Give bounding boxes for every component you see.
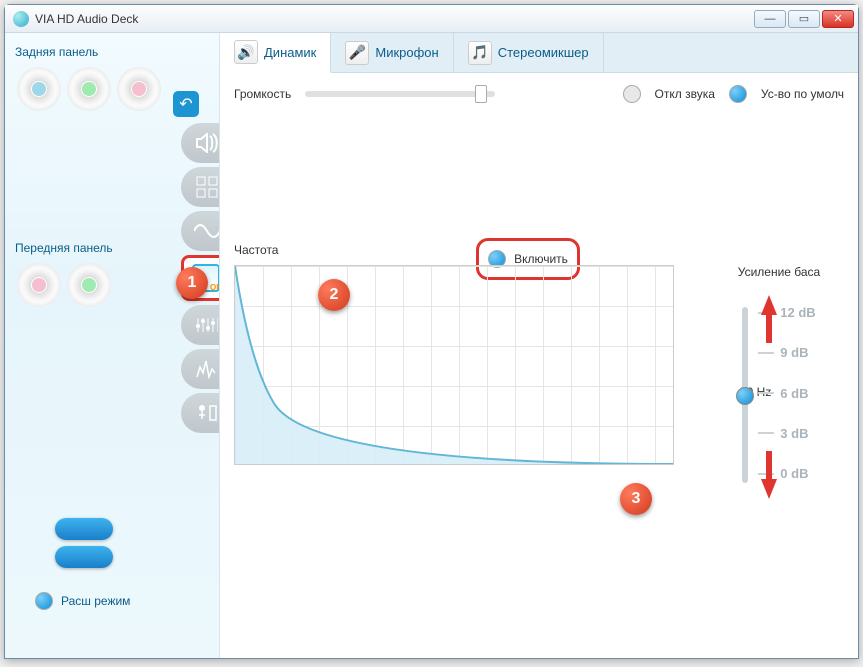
maximize-button[interactable]: ▭ — [788, 10, 820, 28]
app-window: VIA HD Audio Deck — ▭ ✕ Задняя панель ↶ … — [4, 4, 859, 659]
volume-row: Громкость Откл звука Ус-во по умолч — [234, 85, 844, 103]
arrow-down-icon — [761, 479, 777, 499]
enable-label: Включить — [514, 252, 568, 266]
rear-jack-pink[interactable] — [117, 67, 161, 111]
mode-label: Расш режим — [61, 594, 130, 608]
mute-label: Откл звука — [655, 87, 715, 101]
main-panel: 🔊 Динамик 🎤 Микрофон 🎵 Стереомикшер Гром… — [219, 33, 858, 658]
bass-label: Усиление баса — [714, 265, 844, 279]
tab-speaker-label: Динамик — [264, 45, 316, 60]
bass-slider[interactable]: 12 dB 9 dB 6 dB 3 dB 0 dB — [714, 297, 844, 497]
tab-stereomix[interactable]: 🎵 Стереомикшер — [454, 33, 604, 72]
db-3: 3 dB — [758, 426, 815, 441]
left-panel: Задняя панель ↶ Передняя панель — [5, 33, 219, 658]
annotation-2: 2 — [318, 279, 350, 311]
bottom-buttons — [55, 518, 113, 568]
mode-row[interactable]: Расш режим — [35, 592, 130, 610]
minimize-button[interactable]: — — [754, 10, 786, 28]
bass-column: Усиление баса 12 dB 9 dB 6 dB 3 dB 0 dB — [714, 265, 844, 497]
stereomix-icon: 🎵 — [468, 41, 492, 65]
tab-speaker[interactable]: 🔊 Динамик — [220, 33, 331, 73]
app-icon — [13, 11, 29, 27]
freq-graph[interactable] — [234, 265, 674, 465]
speaker-icon: 🔊 — [234, 40, 258, 64]
bass-track[interactable] — [742, 307, 748, 483]
pill-button-2[interactable] — [55, 546, 113, 568]
volume-label: Громкость — [234, 87, 291, 101]
titlebar: VIA HD Audio Deck — ▭ ✕ — [5, 5, 858, 33]
bass-thumb[interactable] — [736, 387, 754, 405]
rear-panel-label: Задняя панель — [15, 45, 213, 59]
front-jack-pink[interactable] — [17, 263, 61, 307]
pill-button-1[interactable] — [55, 518, 113, 540]
mute-radio[interactable] — [623, 85, 641, 103]
volume-thumb[interactable] — [475, 85, 487, 103]
annotation-3: 3 — [620, 483, 652, 515]
default-label: Ус-во по умолч — [761, 87, 844, 101]
annotation-1: 1 — [176, 267, 208, 299]
front-jack-green[interactable] — [67, 263, 111, 307]
back-button[interactable]: ↶ — [173, 91, 199, 117]
db-9: 9 dB — [758, 345, 815, 360]
mode-radio-icon — [35, 592, 53, 610]
content: Задняя панель ↶ Передняя панель — [5, 33, 858, 658]
window-title: VIA HD Audio Deck — [35, 12, 754, 26]
tab-microphone[interactable]: 🎤 Микрофон — [331, 33, 453, 72]
arrow-up-icon — [761, 295, 777, 315]
rear-jack-blue[interactable] — [17, 67, 61, 111]
tab-microphone-label: Микрофон — [375, 45, 438, 60]
microphone-icon: 🎤 — [345, 41, 369, 65]
tab-stereomix-label: Стереомикшер — [498, 45, 589, 60]
tab-strip: 🔊 Динамик 🎤 Микрофон 🎵 Стереомикшер — [220, 33, 858, 73]
close-button[interactable]: ✕ — [822, 10, 854, 28]
db-6: 6 dB — [758, 386, 815, 401]
rear-jack-green[interactable] — [67, 67, 111, 111]
window-buttons: — ▭ ✕ — [754, 10, 854, 28]
default-radio[interactable] — [729, 85, 747, 103]
volume-slider[interactable] — [305, 91, 495, 97]
